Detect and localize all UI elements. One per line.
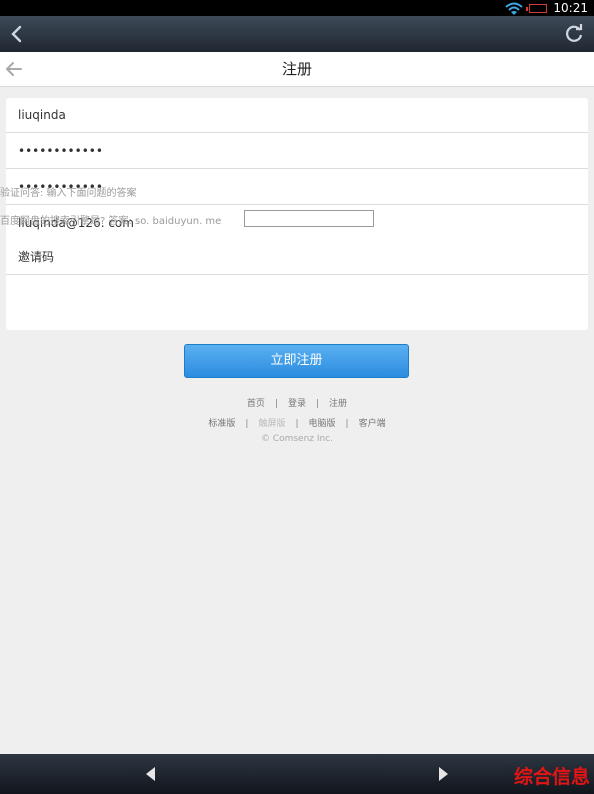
username-field[interactable]: liuqinda bbox=[6, 98, 588, 133]
footer-link-client[interactable]: 客户端 bbox=[359, 419, 386, 429]
footer-separator: | bbox=[245, 419, 249, 429]
footer-separator: | bbox=[316, 399, 320, 409]
footer-link-login[interactable]: 登录 bbox=[288, 399, 306, 409]
verify-question: 百度网盘的搜索引擎是? 答案: so. baiduyun. me bbox=[0, 216, 222, 227]
footer-version-row: 标准版 | 触屏版 | 电脑版 | 客户端 bbox=[0, 416, 594, 429]
footer-link-standard[interactable]: 标准版 bbox=[208, 419, 235, 429]
footer-separator: | bbox=[345, 419, 349, 429]
browser-toolbar bbox=[0, 16, 594, 52]
footer-link-register[interactable]: 注册 bbox=[329, 399, 347, 409]
refresh-icon[interactable] bbox=[562, 22, 586, 46]
status-bar: 10:21 bbox=[0, 0, 594, 16]
battery-icon bbox=[526, 3, 548, 13]
triangle-left-icon[interactable] bbox=[142, 764, 158, 784]
verify-hint: 验证问答: 输入下面问题的答案 bbox=[0, 188, 137, 199]
footer-separator: | bbox=[295, 419, 299, 429]
page-title: 注册 bbox=[281, 60, 312, 78]
page-header: 注册 bbox=[0, 52, 594, 87]
status-clock: 10:21 bbox=[553, 1, 588, 15]
verify-answer-input[interactable] bbox=[244, 210, 374, 227]
bottom-nav-bar: 综合信息 bbox=[0, 754, 594, 794]
footer-copyright: © Comsenz Inc. bbox=[260, 434, 334, 444]
footer-nav-row: 首页 | 登录 | 注册 bbox=[0, 396, 594, 409]
status-icons: 10:21 bbox=[505, 0, 588, 16]
invite-code-field[interactable]: 邀请码 bbox=[6, 240, 588, 275]
footer-separator: | bbox=[274, 399, 278, 409]
register-button[interactable]: 立即注册 bbox=[184, 344, 409, 378]
wifi-icon bbox=[505, 1, 524, 15]
watermark-logo: 综合信息 bbox=[513, 766, 590, 788]
footer-link-home[interactable]: 首页 bbox=[247, 399, 265, 409]
footer-link-touch[interactable]: 触屏版 bbox=[258, 419, 285, 429]
triangle-right-icon[interactable] bbox=[436, 764, 452, 784]
chevron-left-icon[interactable] bbox=[6, 22, 30, 46]
password-field[interactable]: •••••••••••• bbox=[6, 134, 588, 169]
footer-link-desktop[interactable]: 电脑版 bbox=[309, 419, 336, 429]
